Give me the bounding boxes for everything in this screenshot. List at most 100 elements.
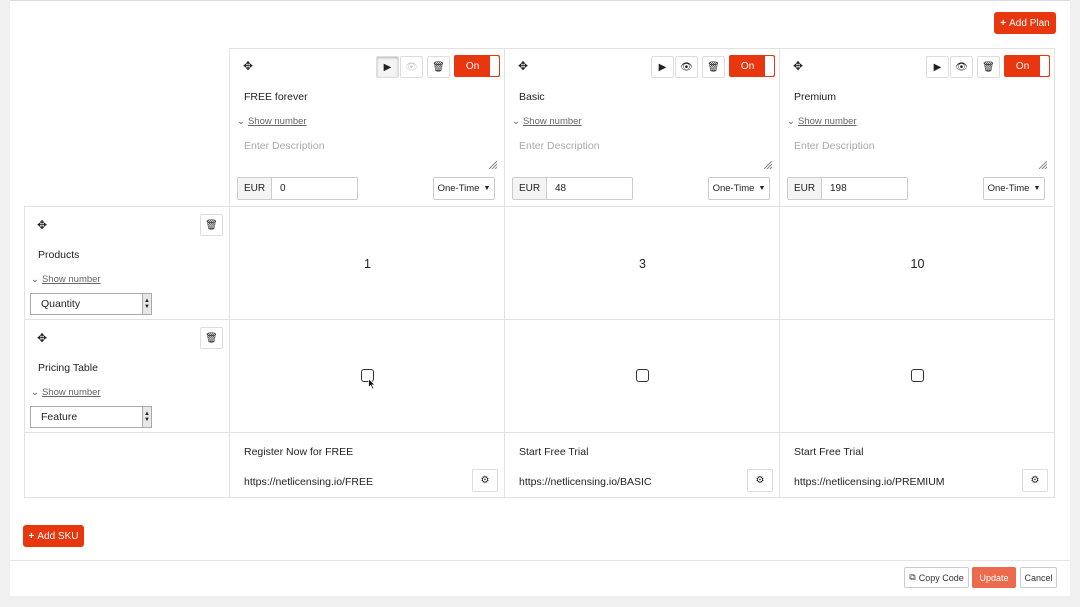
move-icon[interactable]: ✥ bbox=[37, 218, 47, 232]
trash-icon: 🗑 bbox=[707, 61, 720, 73]
billing-period-dropdown[interactable]: One-Time ▼ bbox=[708, 177, 770, 200]
visibility-button[interactable]: 👁 bbox=[950, 56, 973, 78]
eye-slash-icon: 👁 bbox=[955, 61, 968, 73]
plan-description-input[interactable]: Enter Description bbox=[244, 140, 325, 152]
delete-plan-button[interactable]: 🗑 bbox=[427, 56, 450, 78]
feature-value[interactable]: 10 bbox=[780, 257, 1055, 271]
move-icon[interactable]: ✥ bbox=[793, 59, 803, 73]
play-button[interactable]: ▶ bbox=[926, 56, 949, 78]
show-number-toggle[interactable]: ⌄ Show number bbox=[787, 116, 857, 127]
feature-value[interactable]: 1 bbox=[230, 257, 505, 271]
eye-slash-icon: 👁 bbox=[680, 61, 693, 73]
currency-label: EUR bbox=[788, 178, 822, 199]
feature-checkbox[interactable] bbox=[636, 369, 649, 382]
plan-header-free: ✥ ▶ 👁 🗑 On FREE forever ⌄ Show number Ent… bbox=[229, 48, 505, 207]
feature-header-pricing-table: ✥ 🗑 Pricing Table ⌄ Show number Feature ▲… bbox=[24, 319, 230, 433]
move-icon[interactable]: ✥ bbox=[37, 331, 47, 345]
cta-cell: Register Now for FREE https://netlicensi… bbox=[229, 432, 505, 498]
show-number-toggle[interactable]: ⌄ Show number bbox=[31, 274, 101, 285]
plan-header-basic: ✥ ▶ 👁 🗑 On Basic ⌄ Show number Enter Desc… bbox=[504, 48, 780, 207]
plus-icon: + bbox=[1000, 17, 1007, 29]
plan-name[interactable]: Basic bbox=[519, 91, 545, 103]
move-icon[interactable]: ✥ bbox=[518, 59, 528, 73]
play-icon: ▶ bbox=[383, 61, 392, 73]
feature-value[interactable]: 3 bbox=[505, 257, 780, 271]
delete-plan-button[interactable]: 🗑 bbox=[702, 56, 725, 78]
cta-url[interactable]: https://netlicensing.io/BASIC bbox=[519, 476, 652, 488]
visibility-button[interactable]: 👁 bbox=[400, 56, 423, 78]
feature-value-cell bbox=[779, 319, 1055, 433]
select-arrow-icon: ▲ ▼ bbox=[142, 407, 151, 427]
cta-cell: Start Free Trial https://netlicensing.io… bbox=[779, 432, 1055, 498]
resize-handle-icon[interactable] bbox=[489, 161, 497, 169]
plan-active-toggle[interactable]: On bbox=[729, 55, 775, 77]
currency-label: EUR bbox=[513, 178, 547, 199]
show-number-toggle[interactable]: ⌄ Show number bbox=[512, 116, 582, 127]
billing-period-dropdown[interactable]: One-Time ▼ bbox=[433, 177, 495, 200]
plan-name[interactable]: FREE forever bbox=[244, 91, 308, 103]
feature-value-cell[interactable]: 10 bbox=[779, 206, 1055, 320]
chevron-down-icon: ⌄ bbox=[237, 116, 245, 127]
select-arrow-icon: ▲ ▼ bbox=[142, 294, 151, 314]
show-number-toggle[interactable]: ⌄ Show number bbox=[31, 387, 101, 398]
update-button[interactable]: Update bbox=[972, 567, 1016, 588]
link-settings-button[interactable]: ⚙ bbox=[1022, 469, 1048, 492]
visibility-button[interactable]: 👁 bbox=[675, 56, 698, 78]
price-input[interactable]: 0 bbox=[272, 178, 357, 199]
feature-type-select[interactable]: Feature ▲ ▼ bbox=[30, 406, 152, 428]
feature-value-cell bbox=[229, 319, 505, 433]
currency-label: EUR bbox=[238, 178, 272, 199]
gears-icon: ⚙ bbox=[755, 475, 765, 486]
pricing-table-grid: ✥ ▶ 👁 🗑 On FREE forever ⌄ Show number Ent… bbox=[24, 48, 1055, 498]
plan-active-toggle[interactable]: On bbox=[1004, 55, 1050, 77]
play-icon: ▶ bbox=[933, 61, 942, 73]
feature-name[interactable]: Products bbox=[38, 249, 79, 261]
trash-icon: 🗑 bbox=[205, 219, 218, 231]
cta-row-empty bbox=[24, 432, 230, 498]
trash-icon: 🗑 bbox=[982, 61, 995, 73]
resize-handle-icon[interactable] bbox=[1039, 161, 1047, 169]
price-input-group: EUR 198 bbox=[787, 177, 908, 200]
delete-plan-button[interactable]: 🗑 bbox=[977, 56, 1000, 78]
add-plan-button[interactable]: + Add Plan bbox=[994, 12, 1056, 34]
add-sku-button[interactable]: + Add SKU bbox=[23, 525, 84, 547]
play-button[interactable]: ▶ bbox=[651, 56, 674, 78]
trash-icon: 🗑 bbox=[432, 61, 445, 73]
plan-name[interactable]: Premium bbox=[794, 91, 836, 103]
feature-value-cell[interactable]: 3 bbox=[504, 206, 780, 320]
price-input-group: EUR 48 bbox=[512, 177, 633, 200]
plan-description-input[interactable]: Enter Description bbox=[519, 140, 600, 152]
plan-description-input[interactable]: Enter Description bbox=[794, 140, 875, 152]
feature-checkbox[interactable] bbox=[911, 369, 924, 382]
chevron-down-icon: ⌄ bbox=[31, 387, 39, 398]
feature-type-select[interactable]: Quantity ▲ ▼ bbox=[30, 293, 152, 315]
cta-label[interactable]: Start Free Trial bbox=[519, 446, 588, 458]
price-input[interactable]: 198 bbox=[822, 178, 907, 199]
gears-icon: ⚙ bbox=[480, 475, 490, 486]
move-icon[interactable]: ✥ bbox=[243, 59, 253, 73]
caret-down-icon: ▼ bbox=[758, 185, 766, 192]
feature-name[interactable]: Pricing Table bbox=[38, 362, 98, 374]
trash-icon: 🗑 bbox=[205, 332, 218, 344]
footer-divider bbox=[10, 560, 1070, 561]
cta-label[interactable]: Start Free Trial bbox=[794, 446, 863, 458]
cta-url[interactable]: https://netlicensing.io/PREMIUM bbox=[794, 476, 945, 488]
feature-value-cell[interactable]: 1 bbox=[229, 206, 505, 320]
price-input[interactable]: 48 bbox=[547, 178, 632, 199]
play-button[interactable]: ▶ bbox=[376, 56, 399, 78]
cancel-button[interactable]: Cancel bbox=[1020, 567, 1057, 588]
cta-url[interactable]: https://netlicensing.io/FREE bbox=[244, 476, 373, 488]
plus-icon: + bbox=[28, 530, 35, 542]
delete-feature-button[interactable]: 🗑 bbox=[200, 327, 223, 349]
caret-down-icon: ▼ bbox=[483, 185, 491, 192]
resize-handle-icon[interactable] bbox=[764, 161, 772, 169]
delete-feature-button[interactable]: 🗑 bbox=[200, 214, 223, 236]
show-number-toggle[interactable]: ⌄ Show number bbox=[237, 116, 307, 127]
plan-active-toggle[interactable]: On bbox=[454, 55, 500, 77]
chevron-down-icon: ⌄ bbox=[31, 274, 39, 285]
cta-label[interactable]: Register Now for FREE bbox=[244, 446, 353, 458]
copy-code-button[interactable]: ⧉ Copy Code bbox=[904, 567, 969, 588]
link-settings-button[interactable]: ⚙ bbox=[472, 469, 498, 492]
link-settings-button[interactable]: ⚙ bbox=[747, 469, 773, 492]
billing-period-dropdown[interactable]: One-Time ▼ bbox=[983, 177, 1045, 200]
